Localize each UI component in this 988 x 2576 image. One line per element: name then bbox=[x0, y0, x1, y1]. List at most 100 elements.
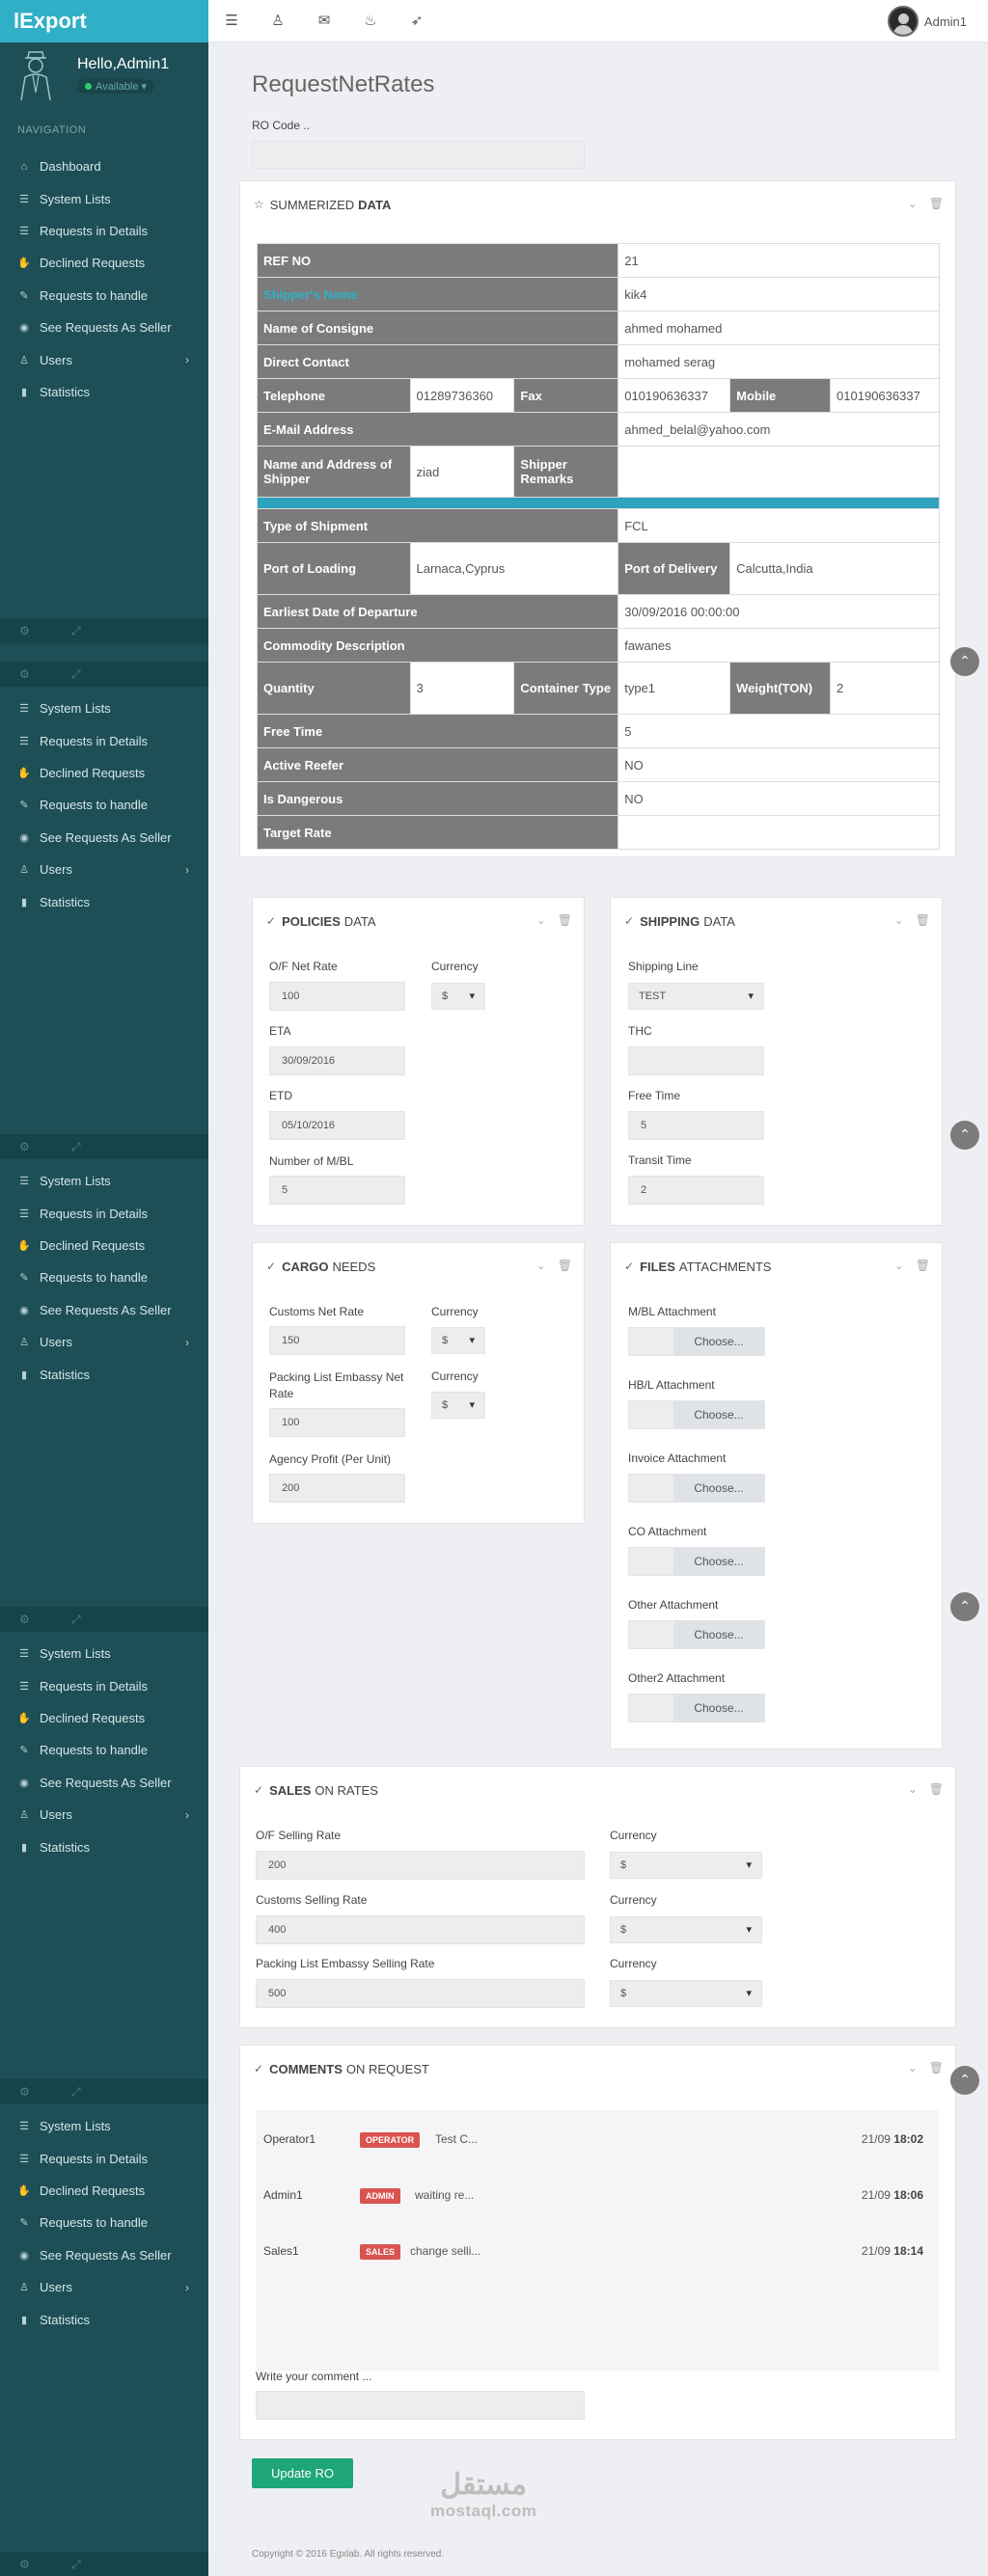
sidebar-item-users[interactable]: ♙ Users › bbox=[0, 1799, 208, 1830]
sidebar-item-statistics[interactable]: ▮ Statistics bbox=[0, 2303, 208, 2335]
inbox-icon[interactable]: ✉ bbox=[315, 12, 334, 31]
comment-text[interactable]: Test C... bbox=[435, 2132, 478, 2146]
sidebar-item-system-lists[interactable]: ☰ System Lists bbox=[0, 1165, 208, 1197]
expand-icon[interactable]: ⤢ bbox=[71, 667, 81, 682]
collapse-icon[interactable]: ⌄ bbox=[908, 1782, 918, 1796]
file-input[interactable]: Choose... bbox=[628, 1400, 765, 1429]
sidebar-item-users[interactable]: ♙ Users › bbox=[0, 2271, 208, 2303]
choose-file-button[interactable]: Choose... bbox=[673, 1401, 764, 1428]
trash-icon[interactable]: 🗑 bbox=[558, 913, 572, 927]
trash-icon[interactable]: 🗑 bbox=[929, 197, 944, 210]
file-input[interactable]: Choose... bbox=[628, 1620, 765, 1649]
sidebar-item-statistics[interactable]: ▮ Statistics bbox=[0, 376, 208, 408]
choose-file-button[interactable]: Choose... bbox=[673, 1695, 764, 1722]
scroll-top-button[interactable]: ⌃ bbox=[950, 647, 979, 676]
comment-input[interactable] bbox=[256, 2391, 585, 2420]
choose-file-button[interactable]: Choose... bbox=[673, 1621, 764, 1648]
collapse-icon[interactable]: ⌄ bbox=[536, 913, 546, 927]
ro-code-input[interactable] bbox=[252, 141, 585, 169]
shipping-line-select[interactable]: TEST bbox=[628, 983, 764, 1010]
sidebar-item-requests-to-handle[interactable]: ✎ Requests to handle bbox=[0, 1261, 208, 1293]
rocket-icon[interactable]: ➶ bbox=[407, 12, 426, 31]
sidebar-item-requests-to-handle[interactable]: ✎ Requests to handle bbox=[0, 1734, 208, 1766]
trash-icon[interactable]: 🗑 bbox=[929, 1782, 944, 1796]
sidebar-item-requests-in-details[interactable]: ☰ Requests in Details bbox=[0, 2142, 208, 2174]
expand-icon[interactable]: ⤢ bbox=[71, 1140, 81, 1154]
sidebar-item-requests-in-details[interactable]: ☰ Requests in Details bbox=[0, 1197, 208, 1229]
scroll-top-button[interactable]: ⌃ bbox=[950, 2066, 979, 2095]
currency-select[interactable]: $ bbox=[610, 1852, 762, 1879]
status-badge[interactable]: Available ▾ bbox=[77, 79, 155, 94]
gear-icon[interactable]: ⚙ bbox=[19, 1613, 30, 1626]
sidebar-item-system-lists[interactable]: ☰ System Lists bbox=[0, 182, 208, 214]
sidebar-item-declined-requests[interactable]: ✋ Declined Requests bbox=[0, 2175, 208, 2207]
agency-profit-input[interactable]: 200 bbox=[269, 1474, 405, 1503]
sidebar-item-system-lists[interactable]: ☰ System Lists bbox=[0, 1638, 208, 1669]
sidebar-item-statistics[interactable]: ▮ Statistics bbox=[0, 885, 208, 917]
of-net-rate-input[interactable]: 100 bbox=[269, 982, 405, 1011]
gear-icon[interactable]: ⚙ bbox=[19, 624, 30, 637]
sidebar-item-requests-in-details[interactable]: ☰ Requests in Details bbox=[0, 1669, 208, 1701]
currency-select[interactable]: $ bbox=[610, 1980, 762, 2007]
collapse-icon[interactable]: ⌄ bbox=[908, 2061, 918, 2074]
comment-text[interactable]: waiting re... bbox=[415, 2188, 474, 2202]
sidebar-item-system-lists[interactable]: ☰ System Lists bbox=[0, 692, 208, 724]
customs-selling-rate-input[interactable]: 400 bbox=[256, 1915, 585, 1944]
sidebar-item-see-requests-as-seller[interactable]: ◉ See Requests As Seller bbox=[0, 822, 208, 854]
sidebar-item-declined-requests[interactable]: ✋ Declined Requests bbox=[0, 757, 208, 789]
trash-icon[interactable]: 🗑 bbox=[916, 913, 930, 927]
expand-icon[interactable]: ⤢ bbox=[71, 1613, 81, 1627]
of-selling-rate-input[interactable]: 200 bbox=[256, 1851, 585, 1880]
etd-input[interactable]: 05/10/2016 bbox=[269, 1111, 405, 1140]
currency-select[interactable]: $ bbox=[431, 1392, 485, 1419]
sidebar-item-see-requests-as-seller[interactable]: ◉ See Requests As Seller bbox=[0, 1294, 208, 1326]
customs-net-rate-input[interactable]: 150 bbox=[269, 1326, 405, 1355]
collapse-icon[interactable]: ⌄ bbox=[894, 1259, 904, 1272]
expand-icon[interactable]: ⤢ bbox=[71, 624, 81, 638]
file-input[interactable]: Choose... bbox=[628, 1694, 765, 1722]
sidebar-item-statistics[interactable]: ▮ Statistics bbox=[0, 1358, 208, 1390]
choose-file-button[interactable]: Choose... bbox=[673, 1328, 764, 1355]
sidebar-item-declined-requests[interactable]: ✋ Declined Requests bbox=[0, 1702, 208, 1734]
trash-icon[interactable]: 🗑 bbox=[558, 1259, 572, 1272]
sidebar-item-users[interactable]: ♙ Users › bbox=[0, 854, 208, 885]
sidebar-item-requests-in-details[interactable]: ☰ Requests in Details bbox=[0, 215, 208, 247]
mbl-count-input[interactable]: 5 bbox=[269, 1176, 405, 1205]
menu-toggle-icon[interactable]: ☰ bbox=[222, 12, 241, 31]
sidebar-item-users[interactable]: ♙ Users › bbox=[0, 1326, 208, 1358]
sidebar-item-see-requests-as-seller[interactable]: ◉ See Requests As Seller bbox=[0, 312, 208, 343]
expand-icon[interactable]: ⤢ bbox=[71, 2085, 81, 2100]
trash-icon[interactable]: 🗑 bbox=[916, 1259, 930, 1272]
user-icon[interactable]: ♙ bbox=[268, 12, 288, 31]
currency-select[interactable]: $ bbox=[431, 1327, 485, 1354]
shipper-name-link[interactable]: Shipper's Name bbox=[256, 277, 619, 312]
sidebar-item-see-requests-as-seller[interactable]: ◉ See Requests As Seller bbox=[0, 1767, 208, 1799]
gear-icon[interactable]: ⚙ bbox=[19, 667, 30, 681]
sidebar-item-requests-to-handle[interactable]: ✎ Requests to handle bbox=[0, 280, 208, 312]
sidebar-item-declined-requests[interactable]: ✋ Declined Requests bbox=[0, 1230, 208, 1261]
scroll-top-button[interactable]: ⌃ bbox=[950, 1121, 979, 1150]
gear-icon[interactable]: ⚙ bbox=[19, 1140, 30, 1153]
sidebar-item-declined-requests[interactable]: ✋ Declined Requests bbox=[0, 247, 208, 279]
user-menu[interactable]: Admin1 bbox=[887, 6, 967, 37]
update-ro-button[interactable]: Update RO bbox=[252, 2458, 353, 2488]
fire-icon[interactable]: ♨ bbox=[361, 12, 380, 31]
sidebar-item-users[interactable]: ♙ Users › bbox=[0, 343, 208, 375]
trash-icon[interactable]: 🗑 bbox=[929, 2061, 944, 2074]
collapse-icon[interactable]: ⌄ bbox=[894, 913, 904, 927]
sidebar-item-statistics[interactable]: ▮ Statistics bbox=[0, 1830, 208, 1862]
scroll-top-button[interactable]: ⌃ bbox=[950, 1592, 979, 1621]
currency-select[interactable]: $ bbox=[610, 1916, 762, 1943]
packing-net-rate-input[interactable]: 100 bbox=[269, 1408, 405, 1437]
sidebar-item-requests-in-details[interactable]: ☰ Requests in Details bbox=[0, 724, 208, 756]
packing-selling-rate-input[interactable]: 500 bbox=[256, 1979, 585, 2008]
transit-time-input[interactable]: 2 bbox=[628, 1176, 764, 1205]
sidebar-item-see-requests-as-seller[interactable]: ◉ See Requests As Seller bbox=[0, 2239, 208, 2271]
gear-icon[interactable]: ⚙ bbox=[19, 2558, 30, 2571]
comment-text[interactable]: change selli... bbox=[410, 2244, 480, 2258]
file-input[interactable]: Choose... bbox=[628, 1547, 765, 1576]
expand-icon[interactable]: ⤢ bbox=[71, 2558, 81, 2572]
collapse-icon[interactable]: ⌄ bbox=[536, 1259, 546, 1272]
sidebar-item-dashboard[interactable]: ⌂ Dashboard bbox=[0, 150, 208, 182]
choose-file-button[interactable]: Choose... bbox=[673, 1548, 764, 1575]
